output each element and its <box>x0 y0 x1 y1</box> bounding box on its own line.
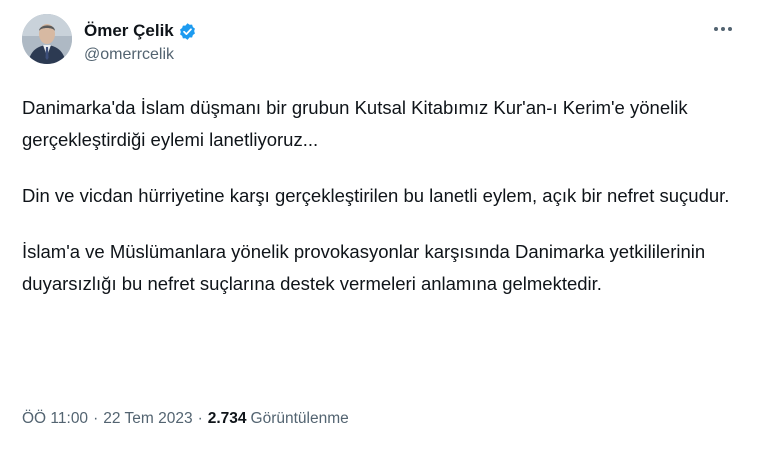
tweet-paragraph: Danimarka'da İslam düşmanı bir grubun Ku… <box>22 97 688 150</box>
author-display-name[interactable]: Ömer Çelik <box>84 21 174 41</box>
tweet-time[interactable]: ÖÖ 11:00 <box>22 410 88 428</box>
meta-separator: · <box>197 410 203 427</box>
author-handle[interactable]: @omerrcelik <box>84 46 197 64</box>
verified-badge-icon[interactable] <box>178 22 197 41</box>
avatar[interactable] <box>22 14 72 64</box>
tweet-paragraph: İslam'a ve Müslümanlara yönelik provokas… <box>22 241 706 294</box>
meta-separator: · <box>93 410 99 427</box>
tweet-meta: ÖÖ 11:00 · 22 Tem 2023 · 2.734 Görüntüle… <box>22 410 349 428</box>
views-count: 2.734 <box>207 410 247 427</box>
tweet-date[interactable]: 22 Tem 2023 <box>103 410 192 428</box>
views-label: Görüntülenme <box>250 410 349 427</box>
more-horizontal-icon[interactable] <box>708 18 738 40</box>
tweet-header: Ömer Çelik @omerrcelik <box>22 14 738 64</box>
tweet-paragraph: Din ve vicdan hürriyetine karşı gerçekle… <box>22 185 730 206</box>
tweet-card: Ömer Çelik @omerrcelik Danimarka'da İsla… <box>0 0 760 450</box>
avatar-image <box>22 14 72 64</box>
name-row: Ömer Çelik <box>84 20 197 42</box>
author-info: Ömer Çelik @omerrcelik <box>84 20 197 64</box>
tweet-text: Danimarka'da İslam düşmanı bir grubun Ku… <box>22 92 738 300</box>
